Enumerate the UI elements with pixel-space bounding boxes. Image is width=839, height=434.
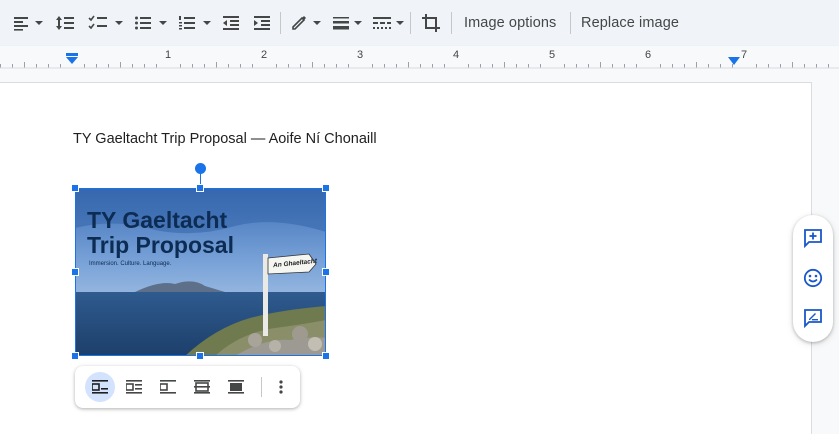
resize-handle-top-right[interactable] <box>322 184 330 192</box>
add-comment-icon <box>804 229 822 248</box>
toolbar-divider <box>451 12 452 34</box>
side-action-panel <box>793 215 833 342</box>
selected-image[interactable]: TY Gaeltacht Trip Proposal Immersion. Cu… <box>75 188 326 356</box>
more-vert-icon <box>279 380 283 394</box>
chevron-down-icon[interactable] <box>396 21 404 25</box>
pencil-icon <box>292 16 306 30</box>
numbered-list-icon <box>179 16 195 30</box>
wrap-text-icon <box>126 380 142 394</box>
toolbar-divider <box>280 12 281 34</box>
chevron-down-icon[interactable] <box>35 21 43 25</box>
decrease-indent-button[interactable] <box>222 9 240 37</box>
wrap-inline-button[interactable] <box>85 372 115 402</box>
wrap-inline-icon <box>92 380 108 394</box>
image-heading-line2: Trip Proposal <box>87 232 234 258</box>
ruler-number: 1 <box>165 49 172 61</box>
more-options-button[interactable] <box>266 372 296 402</box>
suggest-edits-button[interactable] <box>801 306 825 330</box>
ruler-number: 7 <box>741 49 748 61</box>
image-wrap-toolbar <box>75 366 300 408</box>
break-text-icon <box>160 380 176 394</box>
align-button[interactable] <box>12 9 30 37</box>
bulleted-list-icon <box>135 16 151 30</box>
add-comment-button[interactable] <box>801 226 825 250</box>
border-weight-button[interactable] <box>332 9 350 37</box>
image-bar-divider <box>261 377 262 397</box>
ruler-number: 2 <box>261 49 268 61</box>
left-indent-marker-icon[interactable] <box>65 53 79 65</box>
chevron-down-icon[interactable] <box>115 21 123 25</box>
increase-indent-button[interactable] <box>253 9 271 37</box>
resize-handle-bottom-left[interactable] <box>71 352 79 360</box>
horizontal-ruler[interactable]: 1 2 3 4 5 6 7 <box>0 46 839 69</box>
behind-text-button[interactable] <box>187 372 217 402</box>
behind-text-icon <box>194 380 210 394</box>
chevron-down-icon[interactable] <box>159 21 167 25</box>
numbered-list-button[interactable] <box>178 9 196 37</box>
wrap-text-button[interactable] <box>119 372 149 402</box>
border-weight-icon <box>333 17 349 30</box>
decrease-indent-icon <box>223 16 239 30</box>
bulleted-list-button[interactable] <box>134 9 152 37</box>
in-front-of-text-icon <box>228 380 244 394</box>
ruler-number: 3 <box>357 49 364 61</box>
ruler-number: 6 <box>645 49 652 61</box>
image-heading-line1: TY Gaeltacht <box>87 207 228 233</box>
line-spacing-icon <box>56 16 74 30</box>
border-dash-icon <box>373 17 391 29</box>
in-front-of-text-button[interactable] <box>221 372 251 402</box>
border-color-button[interactable] <box>290 9 308 37</box>
chevron-down-icon[interactable] <box>354 21 362 25</box>
emoji-reaction-icon <box>803 268 823 288</box>
ruler-number: 4 <box>453 49 460 61</box>
resize-handle-right[interactable] <box>322 268 330 276</box>
ruler-number: 5 <box>549 49 556 61</box>
suggest-edit-icon <box>804 309 822 328</box>
toolbar-divider <box>410 12 411 34</box>
add-emoji-reaction-button[interactable] <box>801 266 825 290</box>
rotate-handle[interactable] <box>195 163 206 174</box>
resize-handle-top[interactable] <box>196 184 204 192</box>
crop-button[interactable] <box>421 9 441 37</box>
resize-handle-left[interactable] <box>71 268 79 276</box>
align-left-icon <box>14 17 28 31</box>
image-options-button[interactable]: Image options <box>464 15 556 31</box>
checklist-button[interactable] <box>88 9 108 37</box>
increase-indent-icon <box>254 16 270 30</box>
replace-image-button[interactable]: Replace image <box>581 15 679 31</box>
line-spacing-button[interactable] <box>55 9 75 37</box>
ruler-ticks <box>0 62 839 69</box>
resize-handle-bottom-right[interactable] <box>322 352 330 360</box>
resize-handle-top-left[interactable] <box>71 184 79 192</box>
resize-handle-bottom[interactable] <box>196 352 204 360</box>
checklist-icon <box>88 15 107 30</box>
formatting-toolbar: Image options Replace image <box>0 0 839 46</box>
border-dash-button[interactable] <box>372 9 392 37</box>
chevron-down-icon[interactable] <box>203 21 211 25</box>
right-indent-marker-icon[interactable] <box>727 56 741 66</box>
crop-icon <box>422 14 440 32</box>
document-title-line[interactable]: TY Gaeltacht Trip Proposal — Aoife Ní Ch… <box>73 131 377 147</box>
image-tagline: Immersion. Culture. Language. <box>89 261 172 267</box>
break-text-button[interactable] <box>153 372 183 402</box>
toolbar-divider <box>570 12 571 34</box>
chevron-down-icon[interactable] <box>313 21 321 25</box>
